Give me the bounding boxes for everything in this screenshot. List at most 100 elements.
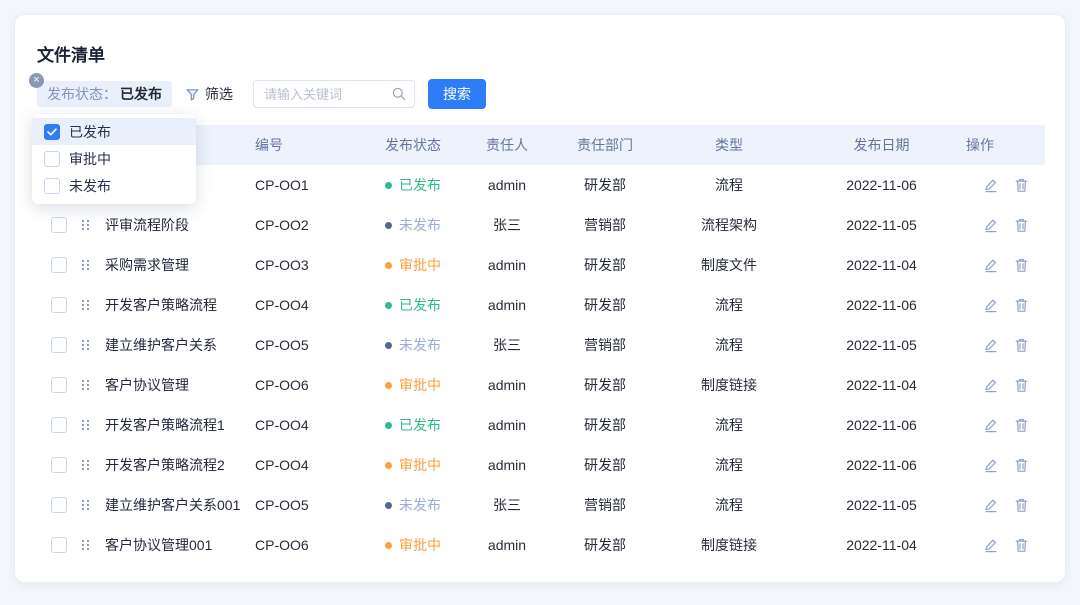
status-dot-icon [385, 182, 392, 189]
table-body: CP-OO1 已发布 admin 研发部 流程 2022-11-06 评审流程阶… [37, 165, 1045, 565]
table-row: 采购需求管理 CP-OO3 审批中 admin 研发部 制度文件 2022-11… [37, 245, 1045, 285]
delete-icon[interactable] [1014, 297, 1029, 313]
doc-type: 制度链接 [661, 375, 797, 395]
row-checkbox[interactable] [51, 497, 67, 513]
status-dot-icon [385, 542, 392, 549]
drag-handle-icon[interactable] [81, 379, 90, 391]
status-label: 未发布 [399, 215, 441, 235]
option-checkbox[interactable] [44, 124, 60, 140]
delete-icon[interactable] [1014, 377, 1029, 393]
doc-name: 评审流程阶段 [105, 215, 255, 235]
dropdown-option[interactable]: 审批中 [32, 145, 196, 172]
search-button[interactable]: 搜索 [428, 79, 486, 109]
filter-chip[interactable]: × 发布状态： 已发布 [37, 81, 172, 107]
filter-chip-label: 发布状态： [47, 84, 117, 104]
status-dot-icon [385, 462, 392, 469]
status-dot-icon [385, 382, 392, 389]
row-checkbox[interactable] [51, 217, 67, 233]
publish-date: 2022-11-06 [797, 177, 966, 193]
filter-chip-value: 已发布 [120, 84, 162, 104]
option-label: 未发布 [69, 176, 111, 196]
status-dot-icon [385, 222, 392, 229]
drag-handle-icon[interactable] [81, 219, 90, 231]
row-checkbox[interactable] [51, 537, 67, 553]
option-checkbox[interactable] [44, 178, 60, 194]
table-row: 开发客户策略流程 CP-OO4 已发布 admin 研发部 流程 2022-11… [37, 285, 1045, 325]
status-dot-icon [385, 262, 392, 269]
doc-name: 建立维护客户关系001 [105, 495, 255, 515]
edit-icon[interactable] [983, 377, 999, 393]
edit-icon[interactable] [983, 177, 999, 193]
doc-code: CP-OO6 [255, 537, 385, 553]
row-checkbox[interactable] [51, 457, 67, 473]
row-checkbox[interactable] [51, 297, 67, 313]
status-badge: 已发布 [385, 415, 465, 435]
delete-icon[interactable] [1014, 257, 1029, 273]
status-badge: 未发布 [385, 335, 465, 355]
status-badge: 审批中 [385, 255, 465, 275]
edit-icon[interactable] [983, 497, 999, 513]
doc-code: CP-OO1 [255, 177, 385, 193]
delete-icon[interactable] [1014, 457, 1029, 473]
doc-code: CP-OO5 [255, 497, 385, 513]
doc-type: 流程 [661, 335, 797, 355]
drag-handle-icon[interactable] [81, 299, 90, 311]
doc-type: 制度文件 [661, 255, 797, 275]
page-title: 文件清单 [37, 41, 105, 66]
delete-icon[interactable] [1014, 417, 1029, 433]
drag-handle-icon[interactable] [81, 419, 90, 431]
drag-handle-icon[interactable] [81, 259, 90, 271]
delete-icon[interactable] [1014, 177, 1029, 193]
dropdown-option[interactable]: 未发布 [32, 172, 196, 199]
column-header: 操作 [966, 135, 1045, 155]
doc-name: 客户协议管理 [105, 375, 255, 395]
doc-name: 采购需求管理 [105, 255, 255, 275]
search-icon[interactable] [391, 86, 407, 107]
edit-icon[interactable] [983, 297, 999, 313]
publish-date: 2022-11-05 [797, 217, 966, 233]
delete-icon[interactable] [1014, 537, 1029, 553]
row-checkbox[interactable] [51, 257, 67, 273]
edit-icon[interactable] [983, 217, 999, 233]
department: 研发部 [549, 175, 661, 195]
column-header: 责任人 [465, 135, 549, 155]
edit-icon[interactable] [983, 457, 999, 473]
table-row: 开发客户策略流程1 CP-OO4 已发布 admin 研发部 流程 2022-1… [37, 405, 1045, 445]
filter-button[interactable]: 筛选 [185, 84, 233, 104]
owner: admin [465, 377, 549, 393]
status-label: 审批中 [399, 255, 441, 275]
doc-type: 流程 [661, 175, 797, 195]
delete-icon[interactable] [1014, 497, 1029, 513]
doc-name: 建立维护客户关系 [105, 335, 255, 355]
dropdown-option[interactable]: 已发布 [32, 118, 196, 145]
option-label: 已发布 [69, 122, 111, 142]
drag-handle-icon[interactable] [81, 499, 90, 511]
department: 营销部 [549, 335, 661, 355]
edit-icon[interactable] [983, 417, 999, 433]
drag-handle-icon[interactable] [81, 459, 90, 471]
row-checkbox[interactable] [51, 337, 67, 353]
drag-handle-icon[interactable] [81, 539, 90, 551]
department: 营销部 [549, 495, 661, 515]
option-checkbox[interactable] [44, 151, 60, 167]
edit-icon[interactable] [983, 337, 999, 353]
row-checkbox[interactable] [51, 417, 67, 433]
status-dot-icon [385, 422, 392, 429]
owner: admin [465, 177, 549, 193]
doc-code: CP-OO3 [255, 257, 385, 273]
drag-handle-icon[interactable] [81, 339, 90, 351]
chip-close-icon[interactable]: × [29, 73, 44, 88]
doc-name: 开发客户策略流程1 [105, 415, 255, 435]
publish-date: 2022-11-04 [797, 257, 966, 273]
status-label: 审批中 [399, 535, 441, 555]
delete-icon[interactable] [1014, 217, 1029, 233]
owner: admin [465, 417, 549, 433]
status-badge: 审批中 [385, 455, 465, 475]
row-checkbox[interactable] [51, 377, 67, 393]
delete-icon[interactable] [1014, 337, 1029, 353]
edit-icon[interactable] [983, 537, 999, 553]
owner: admin [465, 297, 549, 313]
doc-name: 开发客户策略流程 [105, 295, 255, 315]
publish-date: 2022-11-05 [797, 497, 966, 513]
edit-icon[interactable] [983, 257, 999, 273]
